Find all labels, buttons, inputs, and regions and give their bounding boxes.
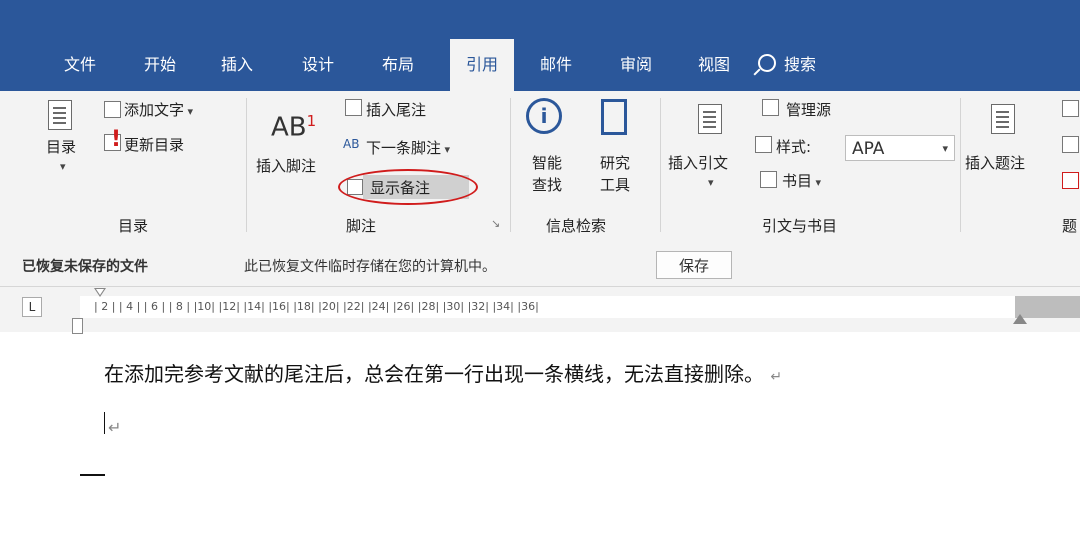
dialog-launcher-icon[interactable]: ↘ (491, 217, 500, 230)
style-icon (755, 136, 772, 153)
group-label-captions: 题 (1062, 217, 1078, 235)
group-separator (246, 98, 247, 232)
search-label: 搜索 (784, 55, 817, 74)
manage-sources-icon (762, 99, 779, 116)
smart-lookup-icon: i (526, 98, 562, 134)
add-text-icon (104, 101, 121, 118)
group-separator (660, 98, 661, 232)
first-line-indent-marker[interactable] (94, 288, 106, 297)
group-label-research: 信息检索 (546, 217, 607, 235)
insert-citation-button[interactable]: 插入引文 (668, 152, 728, 173)
bibliography-icon (760, 171, 777, 188)
group-label-citations: 引文与书目 (762, 217, 838, 235)
tab-mailings[interactable]: 邮件 (531, 39, 581, 91)
style-select[interactable]: APA ▾ (845, 135, 955, 161)
next-footnote-icon: AB (343, 137, 360, 151)
text-cursor (104, 412, 105, 434)
group-label-toc: 目录 (118, 217, 149, 235)
bibliography-button[interactable]: 书目 ▾ (782, 170, 821, 191)
tab-layout[interactable]: 布局 (373, 39, 423, 91)
infobar-message: 此已恢复文件临时存储在您的计算机中。 (244, 259, 496, 275)
search-icon (758, 54, 776, 72)
recovered-file-infobar: 已恢复未保存的文件 此已恢复文件临时存储在您的计算机中。 保存 (0, 244, 1080, 287)
style-label: 样式: (776, 138, 812, 156)
save-button[interactable]: 保存 (656, 251, 732, 279)
smart-lookup-button[interactable]: 智能 (532, 152, 562, 173)
insert-caption-icon (991, 104, 1015, 134)
insert-footnote-button[interactable]: 插入脚注 (256, 155, 316, 176)
left-indent-marker[interactable] (72, 318, 83, 334)
smart-lookup-label-2: 查找 (532, 176, 563, 194)
toc-button[interactable]: 目录 (46, 136, 76, 157)
group-separator (960, 98, 961, 232)
search-box[interactable]: 搜索 (758, 39, 816, 91)
researcher-icon (601, 99, 627, 135)
update-toc-button[interactable]: 更新目录 (124, 134, 184, 155)
tab-file[interactable]: 文件 (55, 39, 105, 91)
tab-review[interactable]: 审阅 (611, 39, 661, 91)
right-indent-marker[interactable] (1013, 314, 1027, 324)
ruler-marks: | 2 | | 4 | | 6 | | 8 | |10| |12| |14| |… (94, 300, 539, 313)
researcher-label-2: 工具 (600, 176, 631, 194)
insert-citation-dropdown-icon[interactable]: ▾ (708, 176, 714, 189)
document-paragraph[interactable]: 在添加完参考文献的尾注后，总会在第一行出现一条横线，无法直接删除。 ↵ (104, 358, 782, 387)
tab-design[interactable]: 设计 (293, 39, 343, 91)
tab-selector[interactable]: L (22, 297, 42, 317)
insert-table-of-figures-icon[interactable] (1062, 100, 1079, 117)
insert-citation-icon (698, 104, 722, 134)
paragraph-mark: ↵ (770, 369, 783, 385)
cross-reference-icon[interactable] (1062, 172, 1079, 189)
manage-sources-button[interactable]: 管理源 (786, 99, 831, 120)
insert-footnote-icon: AB1 (271, 112, 317, 143)
group-label-footnotes: 脚注 (346, 217, 377, 235)
group-separator (510, 98, 511, 232)
infobar-title: 已恢复未保存的文件 (22, 259, 148, 275)
horizontal-ruler[interactable]: | 2 | | 4 | | 6 | | 8 | |10| |12| |14| |… (80, 296, 1080, 318)
warning-icon: ! (111, 127, 122, 152)
tab-insert[interactable]: 插入 (212, 39, 262, 91)
next-footnote-button[interactable]: 下一条脚注 ▾ (366, 137, 450, 158)
toc-dropdown-icon[interactable]: ▾ (60, 160, 66, 173)
insert-caption-button[interactable]: 插入题注 (965, 152, 1025, 173)
tab-references[interactable]: 引用 (450, 39, 514, 91)
toc-icon (48, 100, 72, 130)
insert-endnote-icon (345, 99, 362, 116)
annotation-ellipse (338, 169, 478, 205)
tab-home[interactable]: 开始 (135, 39, 185, 91)
empty-paragraph-mark: ↵ (108, 418, 122, 437)
update-table-icon[interactable] (1062, 136, 1079, 153)
add-text-button[interactable]: 添加文字 ▾ (124, 99, 193, 120)
researcher-button[interactable]: 研究 (600, 152, 630, 173)
ribbon-tab-bar: 文件 开始 插入 设计 布局 引用 邮件 审阅 视图 搜索 (0, 0, 1080, 91)
tab-view[interactable]: 视图 (689, 39, 739, 91)
insert-endnote-button[interactable]: 插入尾注 (366, 99, 426, 120)
endnote-separator-line[interactable] (80, 474, 105, 476)
